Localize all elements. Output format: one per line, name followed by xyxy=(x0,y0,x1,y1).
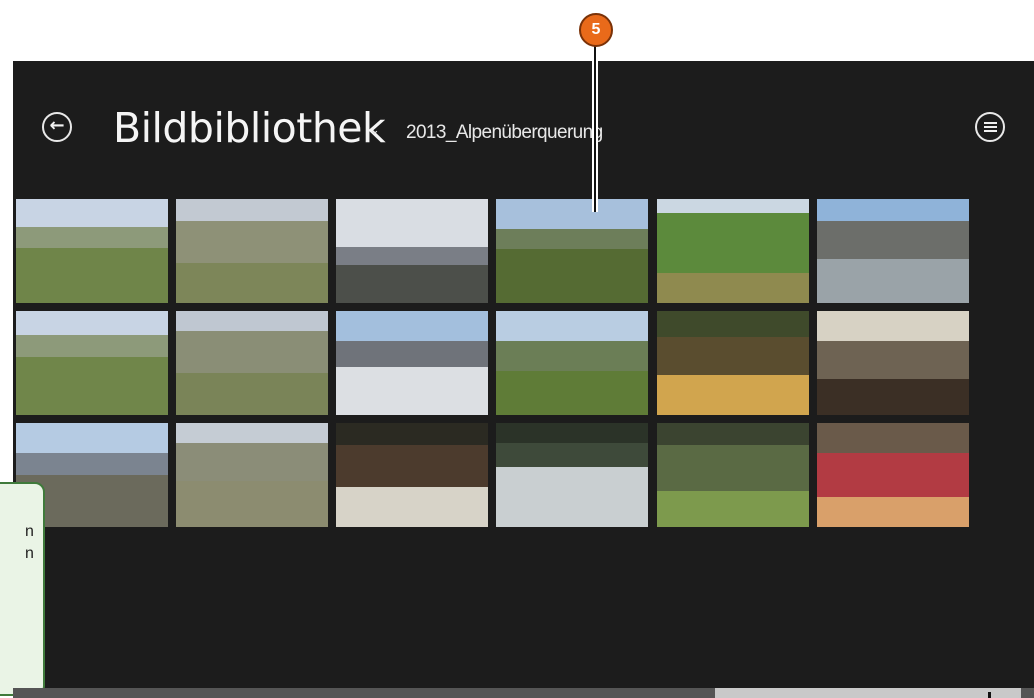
photo-tile-waterfall[interactable] xyxy=(496,423,648,527)
callout-note-line: n xyxy=(25,523,34,540)
photo-tile-mountain-view[interactable] xyxy=(496,199,648,303)
callout-note-line: n xyxy=(25,545,34,562)
chevron-down-icon[interactable]: ⌄ xyxy=(369,123,380,138)
photo-tile-street-arch[interactable] xyxy=(817,311,969,415)
photo-tile-rocky-slope-2[interactable] xyxy=(176,311,328,415)
photo-tile-rocky-slope[interactable] xyxy=(176,199,328,303)
callout-number-badge: 5 xyxy=(579,13,613,47)
scroll-marker xyxy=(988,692,991,698)
photo-tile-green-trees[interactable] xyxy=(657,199,809,303)
arrow-left-icon: ← xyxy=(49,115,65,136)
photo-tile-mountain-hut[interactable] xyxy=(336,423,488,527)
callout-note-box xyxy=(0,482,45,696)
photo-tile-snowy-mountains[interactable] xyxy=(336,311,488,415)
photo-tile-river-building[interactable] xyxy=(817,199,969,303)
callout-leader-line xyxy=(592,46,598,212)
callout-note-text: n n xyxy=(25,521,34,565)
back-button[interactable]: ← xyxy=(42,112,72,142)
photo-tile-rocky-slope-3[interactable] xyxy=(176,423,328,527)
bottom-scrollbar-thumb[interactable] xyxy=(715,688,1021,698)
photo-tile-hikers[interactable] xyxy=(496,311,648,415)
photo-tile-yellow-hotel[interactable] xyxy=(657,311,809,415)
page-title[interactable]: Bildbibliothek xyxy=(113,98,386,158)
photo-tile-garden-path[interactable] xyxy=(657,423,809,527)
folder-name: 2013_Alpenüberquerung xyxy=(406,122,603,143)
photo-tile-alpine-valley[interactable] xyxy=(16,199,168,303)
photo-tile-snowy-peaks[interactable] xyxy=(336,199,488,303)
photo-tile-alpine-valley-2[interactable] xyxy=(16,311,168,415)
view-options-button[interactable] xyxy=(975,112,1005,142)
photo-tile-pizza[interactable] xyxy=(817,423,969,527)
